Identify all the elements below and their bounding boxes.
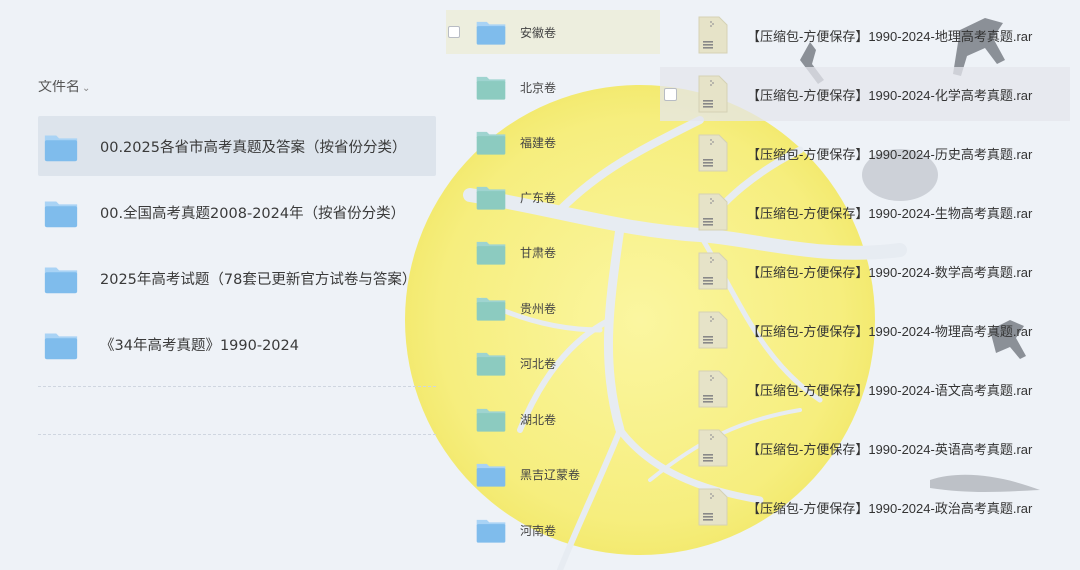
file-name: 【压缩包-方便保存】1990-2024-英语高考真题.rar (747, 441, 1033, 457)
zip-archive-icon (698, 488, 728, 526)
folder-name: 贵州卷 (520, 301, 557, 316)
file-name: 【压缩包-方便保存】1990-2024-化学高考真题.rar (747, 87, 1033, 103)
folder-row[interactable]: 2025年高考试题（78套已更新官方试卷与答案） (38, 248, 436, 308)
folder-name: 福建卷 (520, 135, 557, 150)
zip-archive-icon (698, 370, 728, 408)
folder-icon (476, 241, 506, 265)
folder-name: 河北卷 (520, 356, 557, 371)
file-row[interactable]: 【压缩包-方便保存】1990-2024-数学高考真题.rar (660, 244, 1070, 298)
province-folder-row[interactable]: 湖北卷 (446, 397, 660, 441)
folder-icon (476, 76, 506, 100)
folder-name: 2025年高考试题（78套已更新官方试卷与答案） (100, 271, 417, 288)
file-row[interactable]: 【压缩包-方便保存】1990-2024-生物高考真题.rar (660, 185, 1070, 239)
list-divider (38, 386, 436, 387)
file-name: 【压缩包-方便保存】1990-2024-政治高考真题.rar (747, 500, 1033, 516)
middle-pane: 安徽卷 北京卷 福建卷 广东卷 甘肃卷 贵州卷 河北卷 湖北卷 黑吉辽蒙卷 河南… (446, 0, 660, 570)
file-row[interactable]: 【压缩包-方便保存】1990-2024-历史高考真题.rar (660, 126, 1070, 180)
left-folder-list: 00.2025各省市高考真题及答案（按省份分类） 00.全国高考真题2008-2… (38, 116, 436, 380)
list-divider (38, 434, 436, 435)
sort-caret-icon: ⌄ (82, 83, 91, 94)
left-pane: 文件名 ⌄ 00.2025各省市高考真题及答案（按省份分类） 00.全国高考真题2… (38, 0, 436, 570)
file-row[interactable]: 【压缩包-方便保存】1990-2024-化学高考真题.rar (660, 67, 1070, 121)
folder-icon (476, 297, 506, 321)
folder-name: 黑吉辽蒙卷 (520, 467, 581, 482)
folder-name: 河南卷 (520, 523, 557, 538)
folder-name: 广东卷 (520, 190, 557, 205)
folder-name: 00.全国高考真题2008-2024年（按省份分类） (100, 205, 406, 222)
file-name: 【压缩包-方便保存】1990-2024-地理高考真题.rar (747, 28, 1033, 44)
province-folder-row[interactable]: 河南卷 (446, 508, 660, 552)
folder-icon (44, 201, 78, 228)
folder-row[interactable]: 00.全国高考真题2008-2024年（按省份分类） (38, 182, 436, 242)
province-folder-row[interactable]: 北京卷 (446, 65, 660, 109)
folder-icon (476, 463, 506, 487)
zip-archive-icon (698, 193, 728, 231)
folder-icon (476, 519, 506, 543)
zip-archive-icon (698, 311, 728, 349)
province-folder-row[interactable]: 甘肃卷 (446, 230, 660, 274)
folder-name: 安徽卷 (520, 25, 557, 40)
folder-icon (476, 131, 506, 155)
folder-icon (476, 186, 506, 210)
folder-row[interactable]: 00.2025各省市高考真题及答案（按省份分类） (38, 116, 436, 176)
right-pane: 【压缩包-方便保存】1990-2024-地理高考真题.rar 【压缩包-方便保存… (660, 0, 1070, 570)
province-folder-row[interactable]: 安徽卷 (446, 10, 660, 54)
folder-name: 《34年高考真题》1990-2024 (100, 337, 299, 354)
file-name: 【压缩包-方便保存】1990-2024-物理高考真题.rar (747, 323, 1033, 339)
zip-archive-icon (698, 134, 728, 172)
folder-name: 甘肃卷 (520, 245, 557, 260)
folder-icon (44, 333, 78, 360)
folder-icon (44, 135, 78, 162)
province-folder-row[interactable]: 福建卷 (446, 120, 660, 164)
province-folder-row[interactable]: 贵州卷 (446, 286, 660, 330)
folder-icon (476, 408, 506, 432)
row-checkbox[interactable] (664, 87, 677, 101)
column-header-filename[interactable]: 文件名 ⌄ (38, 80, 90, 104)
zip-archive-icon (698, 252, 728, 290)
zip-archive-icon (698, 16, 728, 54)
file-name: 【压缩包-方便保存】1990-2024-语文高考真题.rar (747, 382, 1033, 398)
province-folder-row[interactable]: 河北卷 (446, 341, 660, 385)
zip-archive-icon (698, 75, 728, 113)
file-row[interactable]: 【压缩包-方便保存】1990-2024-物理高考真题.rar (660, 303, 1070, 357)
file-name: 【压缩包-方便保存】1990-2024-数学高考真题.rar (747, 264, 1033, 280)
file-row[interactable]: 【压缩包-方便保存】1990-2024-语文高考真题.rar (660, 362, 1070, 416)
file-row[interactable]: 【压缩包-方便保存】1990-2024-英语高考真题.rar (660, 421, 1070, 475)
folder-icon (476, 352, 506, 376)
file-name: 【压缩包-方便保存】1990-2024-历史高考真题.rar (747, 146, 1033, 162)
folder-row[interactable]: 《34年高考真题》1990-2024 (38, 314, 436, 374)
province-folder-row[interactable]: 黑吉辽蒙卷 (446, 452, 660, 496)
column-header-label: 文件名 (38, 80, 80, 95)
folder-icon (476, 21, 506, 45)
province-folder-row[interactable]: 广东卷 (446, 175, 660, 219)
file-row[interactable]: 【压缩包-方便保存】1990-2024-政治高考真题.rar (660, 480, 1070, 534)
file-row[interactable]: 【压缩包-方便保存】1990-2024-地理高考真题.rar (660, 8, 1070, 62)
folder-name: 北京卷 (520, 80, 557, 95)
row-checkbox[interactable] (448, 26, 460, 38)
folder-icon (44, 267, 78, 294)
folder-name: 00.2025各省市高考真题及答案（按省份分类） (100, 139, 407, 156)
folder-name: 湖北卷 (520, 412, 557, 427)
file-name: 【压缩包-方便保存】1990-2024-生物高考真题.rar (747, 205, 1033, 221)
zip-archive-icon (698, 429, 728, 467)
